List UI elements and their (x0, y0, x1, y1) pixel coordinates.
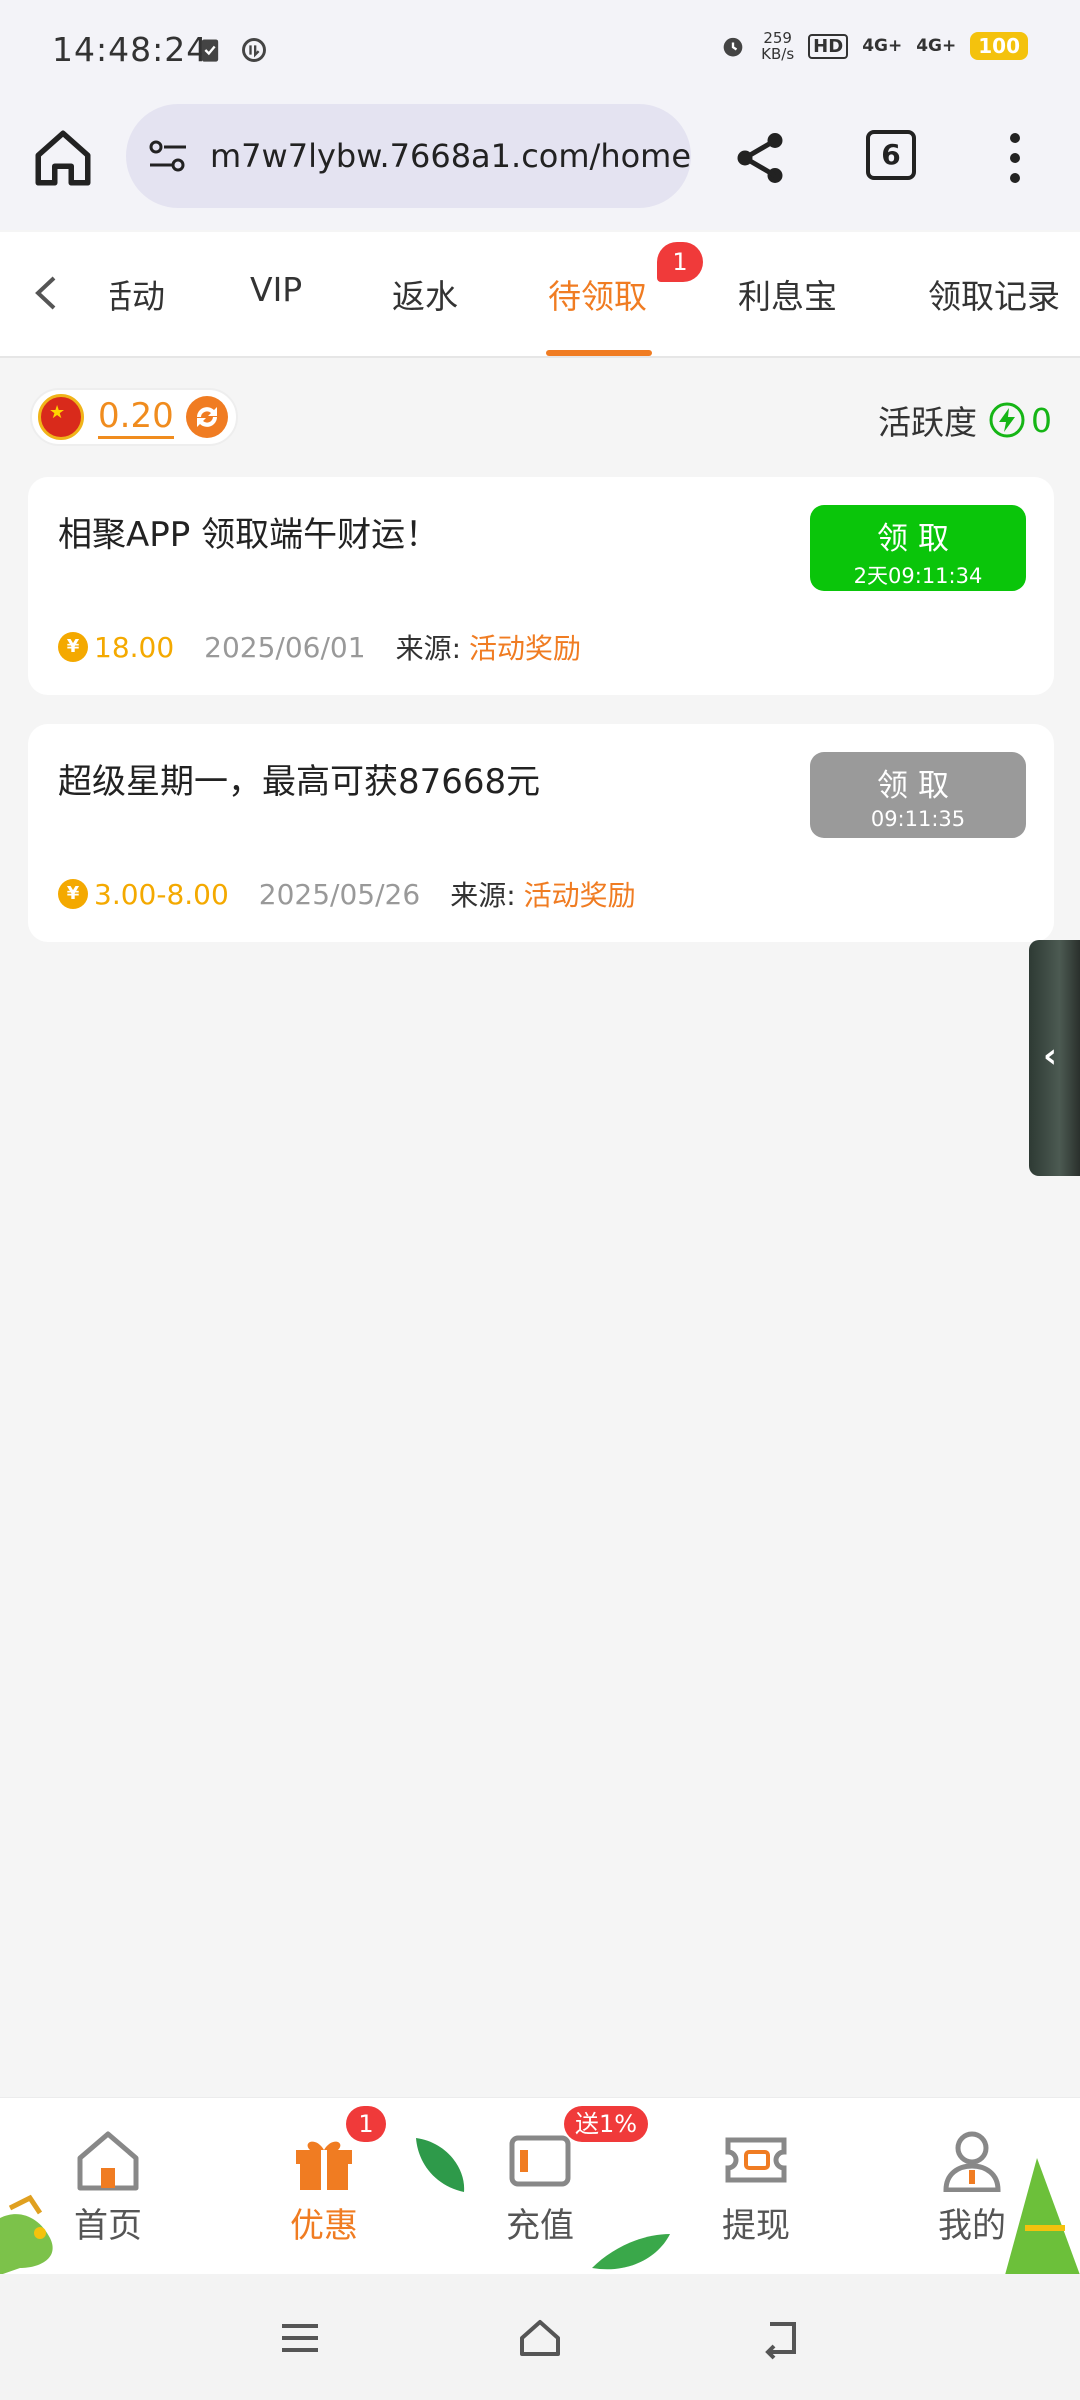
chevron-left-icon[interactable] (22, 268, 72, 318)
tab-pending[interactable]: 待领取 (548, 270, 647, 318)
source-value: 活动奖励 (523, 879, 636, 912)
nav-promotions-label[interactable]: 优惠 (244, 2198, 404, 2247)
browser-home-icon[interactable] (30, 125, 96, 191)
wallet-icon[interactable] (506, 2128, 574, 2192)
refresh-icon[interactable] (184, 394, 230, 440)
reward-title: 超级星期一，最高可获87668元 (58, 762, 541, 802)
reward-card: 相聚APP 领取端午财运！ 领取 2天09:11:34 ¥ 18.00 2025… (28, 477, 1054, 695)
menu-icon[interactable] (276, 2314, 324, 2362)
source-value: 活动奖励 (469, 632, 582, 665)
browser-toolbar: m7w7lybw.7668a1.com/home/ 6 (0, 100, 1080, 230)
back-icon[interactable] (756, 2314, 804, 2362)
network-1: 4G+ (862, 36, 903, 56)
category-tabs: 活动 VIP 返水 待领取 利息宝 领取记录 (0, 232, 1080, 358)
source-label: 来源: (450, 879, 516, 912)
yuan-coin-icon: ¥ (58, 879, 88, 909)
nav-withdraw[interactable]: 提现 (676, 2098, 836, 2275)
reward-amount: 3.00-8.00 (94, 877, 229, 911)
zongzi-decoration-icon (1005, 2158, 1080, 2275)
promotions-badge: 1 (346, 2106, 386, 2142)
reward-date: 2025/06/01 (204, 630, 366, 664)
reward-date: 2025/05/26 (258, 877, 421, 911)
speed-unit: KB/s (761, 45, 795, 63)
withdraw-icon[interactable] (722, 2128, 790, 2192)
tab-activity[interactable]: 活动 (110, 270, 165, 318)
share-icon[interactable] (730, 128, 790, 188)
data-saver-icon (242, 38, 266, 62)
nav-withdraw-label[interactable]: 提现 (676, 2198, 836, 2247)
balance-value: 0.20 (98, 396, 174, 439)
china-flag-icon: ★ (38, 394, 84, 440)
leaf-decoration-icon (592, 2234, 670, 2270)
claim-button-label[interactable]: 领取 (810, 513, 1026, 558)
battery-badge: 100 (970, 32, 1028, 60)
source-label: 来源: (395, 632, 461, 665)
reward-title: 相聚APP 领取端午财运！ (58, 515, 440, 555)
speed-value: 259 (763, 29, 792, 47)
url-bar[interactable]: m7w7lybw.7668a1.com/home/ (126, 104, 691, 208)
more-menu-icon[interactable] (1000, 130, 1030, 186)
tab-vip[interactable]: VIP (250, 270, 302, 309)
status-bar: 14:48:24 259 KB/s HD 4G+ 4G+ 100 (0, 0, 1080, 100)
home-icon[interactable] (516, 2314, 564, 2362)
home-icon[interactable] (74, 2128, 142, 2192)
gift-icon[interactable] (290, 2128, 358, 2192)
bottom-nav: 首页 优惠 充值 提现 我的 1 送1% (0, 2097, 1080, 2275)
system-nav-bar (0, 2274, 1080, 2400)
deposit-bonus-badge: 送1% (564, 2106, 648, 2142)
site-settings-icon[interactable] (146, 134, 190, 178)
activity-value: 0 (1031, 400, 1052, 440)
activity-label: 活跃度 (878, 403, 977, 442)
side-drawer-handle[interactable]: ‹ (1029, 940, 1080, 1176)
url-text[interactable]: m7w7lybw.7668a1.com/home/ (210, 137, 691, 175)
chevron-left-icon[interactable]: ‹ (1043, 1036, 1057, 1076)
balance-pill[interactable]: ★ 0.20 (30, 388, 238, 446)
leaf-decoration-icon (416, 2138, 465, 2192)
alarm-icon (723, 37, 743, 57)
tab-interest[interactable]: 利息宝 (738, 270, 837, 318)
tab-claim-history[interactable]: 领取记录 (928, 270, 1060, 318)
claim-countdown[interactable]: 2天09:11:34 (810, 560, 1026, 590)
status-time: 14:48:24 (52, 30, 209, 69)
reward-card: 超级星期一，最高可获87668元 领取 09:11:35 ¥ 3.00-8.00… (28, 724, 1054, 942)
reward-amount: 18.00 (94, 630, 175, 664)
activity-meter: 活跃度 0 (878, 396, 1052, 444)
tab-rebate[interactable]: 返水 (392, 270, 458, 318)
tab-switcher-button[interactable]: 6 (866, 130, 916, 180)
network-2: 4G+ (916, 36, 957, 56)
active-tab-indicator (546, 350, 652, 356)
yuan-coin-icon: ¥ (58, 632, 88, 662)
claim-button-label[interactable]: 领取 (810, 760, 1026, 805)
hd-badge: HD (808, 33, 849, 59)
pending-badge: 1 (657, 242, 703, 282)
claim-button[interactable]: 领取 09:11:35 (810, 752, 1026, 838)
claim-button[interactable]: 领取 2天09:11:34 (810, 505, 1026, 591)
lightning-icon (989, 402, 1025, 438)
dragon-decoration-icon (0, 2194, 53, 2275)
clipboard-icon (201, 39, 219, 62)
claim-countdown[interactable]: 09:11:35 (810, 807, 1026, 831)
